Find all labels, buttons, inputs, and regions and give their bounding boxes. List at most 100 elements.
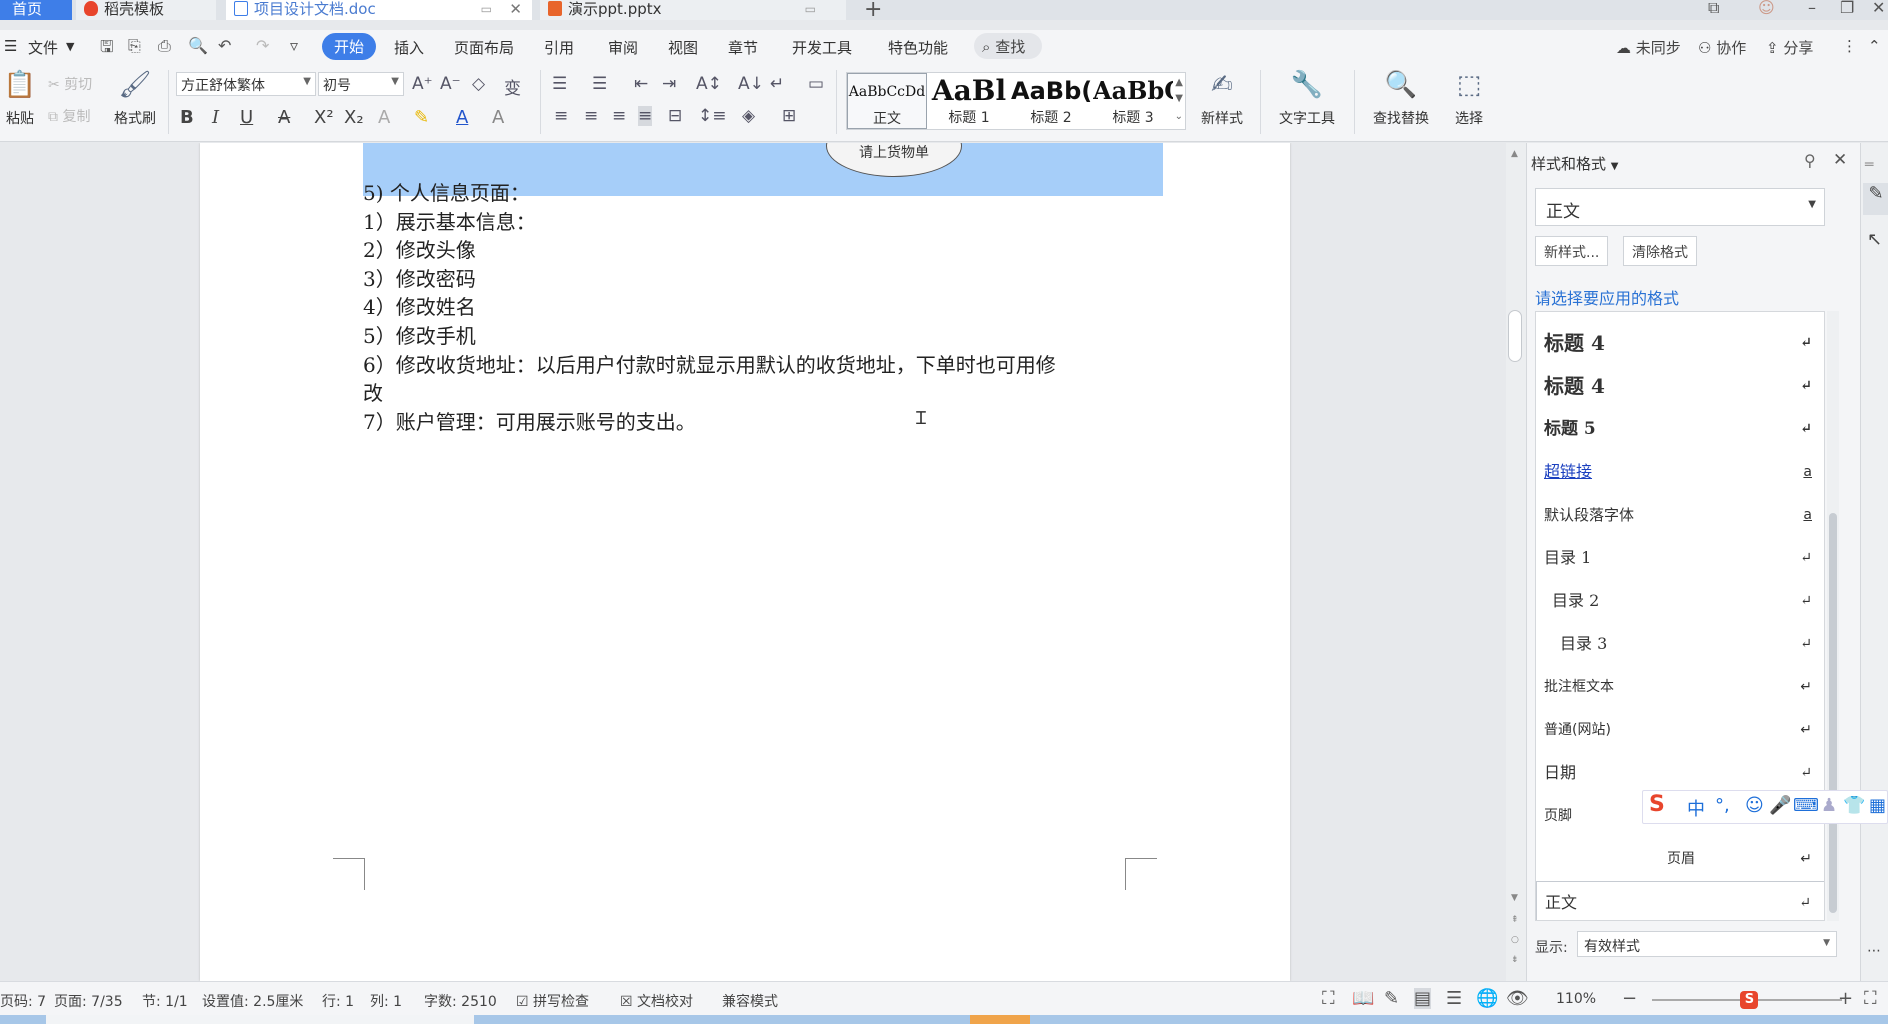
doc-line[interactable]: 7）账户管理：可用展示账号的支出。 xyxy=(363,406,696,435)
align-left-icon[interactable]: ≡ xyxy=(554,106,568,126)
style-normal[interactable]: AaBbCcDd 正文 xyxy=(847,73,927,129)
gallery-up-icon[interactable]: ▲ xyxy=(1175,77,1183,88)
sort-icon[interactable]: A↓ xyxy=(738,74,764,94)
menu-file[interactable]: 文件 xyxy=(28,37,58,58)
word-count[interactable]: 字数: 2510 xyxy=(424,991,497,1011)
edit-mode-icon[interactable]: ✎ xyxy=(1384,988,1399,1009)
menu-chapter[interactable]: 章节 xyxy=(728,37,758,58)
shading-icon[interactable]: ◈ xyxy=(742,106,755,126)
font-name-select[interactable]: 方正舒体繁体 ▼ xyxy=(176,72,316,96)
restore-icon[interactable]: ❐ xyxy=(1840,0,1854,17)
spell-check-button[interactable]: ☑ 拼写检查 xyxy=(516,991,589,1011)
emoji-icon[interactable]: ☺ xyxy=(1745,795,1764,816)
clear-format-icon[interactable]: ◇ xyxy=(472,74,485,94)
document-scrollbar[interactable]: ▲ ▼ ⇞ ○ ⇟ xyxy=(1506,143,1526,981)
subscript-icon[interactable]: X₂ xyxy=(344,107,364,128)
clear-format-button[interactable]: 清除格式 xyxy=(1623,236,1697,266)
distributed-icon[interactable]: ⊟ xyxy=(668,106,682,126)
print-icon[interactable]: ⎙ xyxy=(158,36,171,56)
menu-references[interactable]: 引用 xyxy=(544,37,574,58)
pin-icon[interactable]: ▭ xyxy=(481,0,492,18)
pane-title[interactable]: 样式和格式 ▼ xyxy=(1531,153,1619,174)
style-heading-2[interactable]: AaBb( 标题 2 xyxy=(1011,73,1091,129)
pin-icon[interactable]: ⚲ xyxy=(1804,151,1816,170)
punctuation-icon[interactable]: °, xyxy=(1715,795,1730,816)
search-box[interactable]: ⌕ 查找 xyxy=(974,33,1042,59)
list-item[interactable]: 目录 1 ↵ xyxy=(1536,537,1824,579)
align-center-icon[interactable]: ≡ xyxy=(584,106,598,126)
fit-window-icon[interactable]: ⛶ xyxy=(1864,988,1877,1009)
list-item[interactable]: 普通(网站) ↵ xyxy=(1536,709,1824,751)
select-button[interactable]: ⬚ 选择 xyxy=(1444,68,1494,128)
zoom-out-icon[interactable]: − xyxy=(1622,988,1637,1009)
tab-ppt[interactable]: 演示ppt.pptx ▭ xyxy=(540,0,846,20)
borders-icon[interactable]: ⊞ xyxy=(782,106,796,126)
list-item[interactable]: 标题 4 ↵ xyxy=(1536,322,1824,364)
user-icon[interactable]: ♟ xyxy=(1821,795,1837,816)
zoom-in-icon[interactable]: + xyxy=(1838,988,1853,1009)
style-heading-1[interactable]: AaBl 标题 1 xyxy=(929,73,1009,129)
more-icon[interactable]: ⋯ xyxy=(1867,943,1881,959)
bold-icon[interactable]: B xyxy=(180,107,194,128)
scroll-thumb[interactable] xyxy=(1508,310,1522,362)
tab-project-doc[interactable]: 项目设计文档.doc ▭ ✕ xyxy=(226,0,532,20)
char-border-icon[interactable]: A xyxy=(492,107,504,128)
new-style-button[interactable]: ✍ 新样式 xyxy=(1192,68,1252,128)
line-spacing-icon[interactable]: ↕≡ xyxy=(698,106,727,126)
redo-icon[interactable]: ↷ xyxy=(256,36,269,55)
chinese-layout-icon[interactable]: A↕ xyxy=(696,74,722,94)
shrink-font-icon[interactable]: A⁻ xyxy=(440,74,461,94)
list-item[interactable]: 默认段落字体 a xyxy=(1536,494,1824,536)
list-item[interactable]: 标题 4 ↵ xyxy=(1536,365,1824,407)
phonetic-icon[interactable]: 变 xyxy=(504,74,521,99)
menu-start[interactable]: 开始 xyxy=(322,33,377,60)
tab-home[interactable]: 首页 xyxy=(0,0,72,20)
skin-icon[interactable]: 👕 xyxy=(1843,795,1865,816)
microphone-icon[interactable]: 🎤 xyxy=(1769,795,1791,816)
table-tools-icon[interactable]: ▭ xyxy=(808,74,824,94)
close-window-icon[interactable]: ✕ xyxy=(1872,0,1885,17)
tab-daoke-template[interactable]: 稻壳模板 xyxy=(76,0,216,20)
strikethrough-icon[interactable]: A xyxy=(278,107,290,128)
doc-line[interactable]: 6）修改收货地址：以后用户付款时就显示用默认的收货地址，下单时也可用修 xyxy=(363,349,1056,378)
collab-button[interactable]: ⚇ 协作 xyxy=(1698,37,1746,58)
menu-special[interactable]: 特色功能 xyxy=(888,37,948,58)
menu-developer[interactable]: 开发工具 xyxy=(792,37,852,58)
format-painter-button[interactable]: 🖌 格式刷 xyxy=(110,68,160,128)
print-preview-icon[interactable]: 🔍 xyxy=(188,36,208,55)
align-right-icon[interactable]: ≡ xyxy=(612,106,626,126)
share-button[interactable]: ⇪ 分享 xyxy=(1766,37,1813,58)
menu-page-layout[interactable]: 页面布局 xyxy=(454,37,514,58)
bullet-list-icon[interactable]: ☰ xyxy=(552,74,567,94)
close-tab-icon[interactable]: ✕ xyxy=(509,0,522,18)
increase-indent-icon[interactable]: ⇥ xyxy=(662,74,676,94)
new-tab-button[interactable]: + xyxy=(864,0,882,22)
copy-button[interactable]: ⧉ 复制 xyxy=(48,106,90,126)
list-item[interactable]: 页眉 ↵ xyxy=(1536,838,1824,880)
style-list-scroll-thumb[interactable] xyxy=(1829,513,1837,913)
next-page-icon[interactable]: ⇟ xyxy=(1511,955,1519,965)
underline-icon[interactable]: U xyxy=(240,107,253,128)
page-view-icon[interactable]: ▤ xyxy=(1414,988,1432,1009)
font-color-icon[interactable]: A xyxy=(456,107,468,128)
doc-line[interactable]: 1）展示基本信息： xyxy=(363,206,536,235)
menu-review[interactable]: 审阅 xyxy=(608,37,638,58)
page-indicator[interactable]: 页面: 7/35 xyxy=(54,991,123,1011)
cut-button[interactable]: ✂ 剪切 xyxy=(48,74,92,94)
show-marks-icon[interactable]: ↵ xyxy=(770,74,784,94)
new-style-pane-button[interactable]: 新样式... xyxy=(1535,236,1609,266)
minimize-icon[interactable]: – xyxy=(1808,0,1816,17)
toolbox-icon[interactable]: ▦ xyxy=(1869,795,1886,816)
outline-view-icon[interactable]: ☰ xyxy=(1446,988,1462,1009)
select-browse-icon[interactable]: ○ xyxy=(1511,935,1519,945)
current-style-field[interactable]: 正文 ▼ xyxy=(1535,188,1825,226)
export-icon[interactable]: ⎘ xyxy=(128,36,141,56)
sync-status[interactable]: ☁ 未同步 xyxy=(1616,37,1681,58)
zoom-slider-thumb[interactable]: S xyxy=(1740,991,1759,1009)
doc-line[interactable]: 2）修改头像 xyxy=(363,234,476,263)
prev-page-icon[interactable]: ⇞ xyxy=(1511,915,1519,925)
hamburger-menu-icon[interactable]: ☰ xyxy=(4,37,17,55)
avatar[interactable]: ☺ xyxy=(1758,0,1775,17)
list-item[interactable]: 批注框文本 ↵ xyxy=(1536,666,1824,708)
highlight-icon[interactable]: ✎ xyxy=(414,107,429,128)
